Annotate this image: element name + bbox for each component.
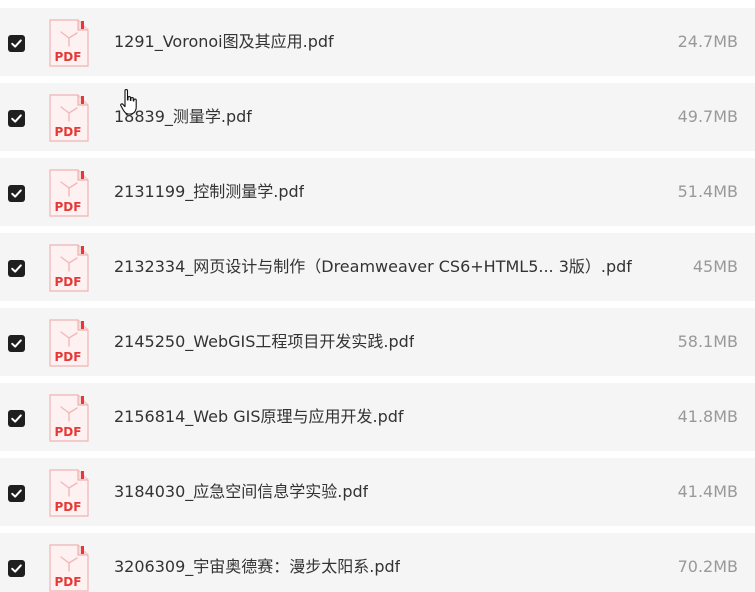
file-name: 18839_测量学.pdf (114, 107, 252, 126)
checkbox-checked-icon[interactable] (8, 485, 25, 502)
file-name: 2132334_网页设计与制作（Dreamweaver CS6+HTML5...… (114, 257, 632, 276)
checkbox-checked-icon[interactable] (8, 260, 25, 277)
file-row[interactable]: PDF 3184030_应急空间信息学实验.pdf 41.4MB (0, 458, 755, 526)
file-size: 41.4MB (677, 482, 738, 501)
pdf-icon-label: PDF (55, 275, 82, 289)
file-name: 3206309_宇宙奥德赛：漫步太阳系.pdf (114, 557, 401, 576)
pdf-file-icon: PDF (47, 469, 89, 517)
pdf-icon-label: PDF (55, 350, 82, 364)
checkbox-checked-icon[interactable] (8, 335, 25, 352)
file-size: 45MB (692, 257, 738, 276)
pdf-file-icon: PDF (47, 169, 89, 217)
pdf-icon-label: PDF (55, 425, 82, 439)
file-name: 1291_Voronoi图及其应用.pdf (114, 32, 334, 51)
checkbox-checked-icon[interactable] (8, 35, 25, 52)
file-row[interactable]: PDF 2156814_Web GIS原理与应用开发.pdf 41.8MB (0, 383, 755, 451)
file-row[interactable]: PDF 2145250_WebGIS工程项目开发实践.pdf 58.1MB (0, 308, 755, 376)
file-size: 58.1MB (677, 332, 738, 351)
pdf-file-icon: PDF (47, 544, 89, 592)
pdf-file-icon: PDF (47, 319, 89, 367)
pdf-file-icon: PDF (47, 244, 89, 292)
pdf-icon-label: PDF (55, 50, 82, 64)
file-size: 41.8MB (677, 407, 738, 426)
file-row[interactable]: PDF 2132334_网页设计与制作（Dreamweaver CS6+HTML… (0, 233, 755, 301)
file-size: 49.7MB (677, 107, 738, 126)
file-size: 51.4MB (677, 182, 738, 201)
file-row[interactable]: PDF 1291_Voronoi图及其应用.pdf 24.7MB (0, 8, 755, 76)
file-name: 2131199_控制测量学.pdf (114, 182, 305, 201)
file-name: 2145250_WebGIS工程项目开发实践.pdf (114, 332, 415, 351)
checkbox-checked-icon[interactable] (8, 185, 25, 202)
checkbox-checked-icon[interactable] (8, 110, 25, 127)
checkbox-checked-icon[interactable] (8, 560, 25, 577)
file-name: 3184030_应急空间信息学实验.pdf (114, 482, 369, 501)
pdf-icon-label: PDF (55, 575, 82, 589)
pdf-file-icon: PDF (47, 394, 89, 442)
checkbox-checked-icon[interactable] (8, 410, 25, 427)
file-size: 70.2MB (677, 557, 738, 576)
file-row[interactable]: PDF 3206309_宇宙奥德赛：漫步太阳系.pdf 70.2MB (0, 533, 755, 592)
pdf-icon-label: PDF (55, 500, 82, 514)
pdf-file-icon: PDF (47, 19, 89, 67)
pdf-icon-label: PDF (55, 125, 82, 139)
file-list: PDF 1291_Voronoi图及其应用.pdf 24.7MB PDF 188… (0, 0, 755, 592)
pdf-icon-label: PDF (55, 200, 82, 214)
file-row[interactable]: PDF 2131199_控制测量学.pdf 51.4MB (0, 158, 755, 226)
file-row[interactable]: PDF 18839_测量学.pdf 49.7MB (0, 83, 755, 151)
file-size: 24.7MB (677, 32, 738, 51)
file-name: 2156814_Web GIS原理与应用开发.pdf (114, 407, 404, 426)
pdf-file-icon: PDF (47, 94, 89, 142)
